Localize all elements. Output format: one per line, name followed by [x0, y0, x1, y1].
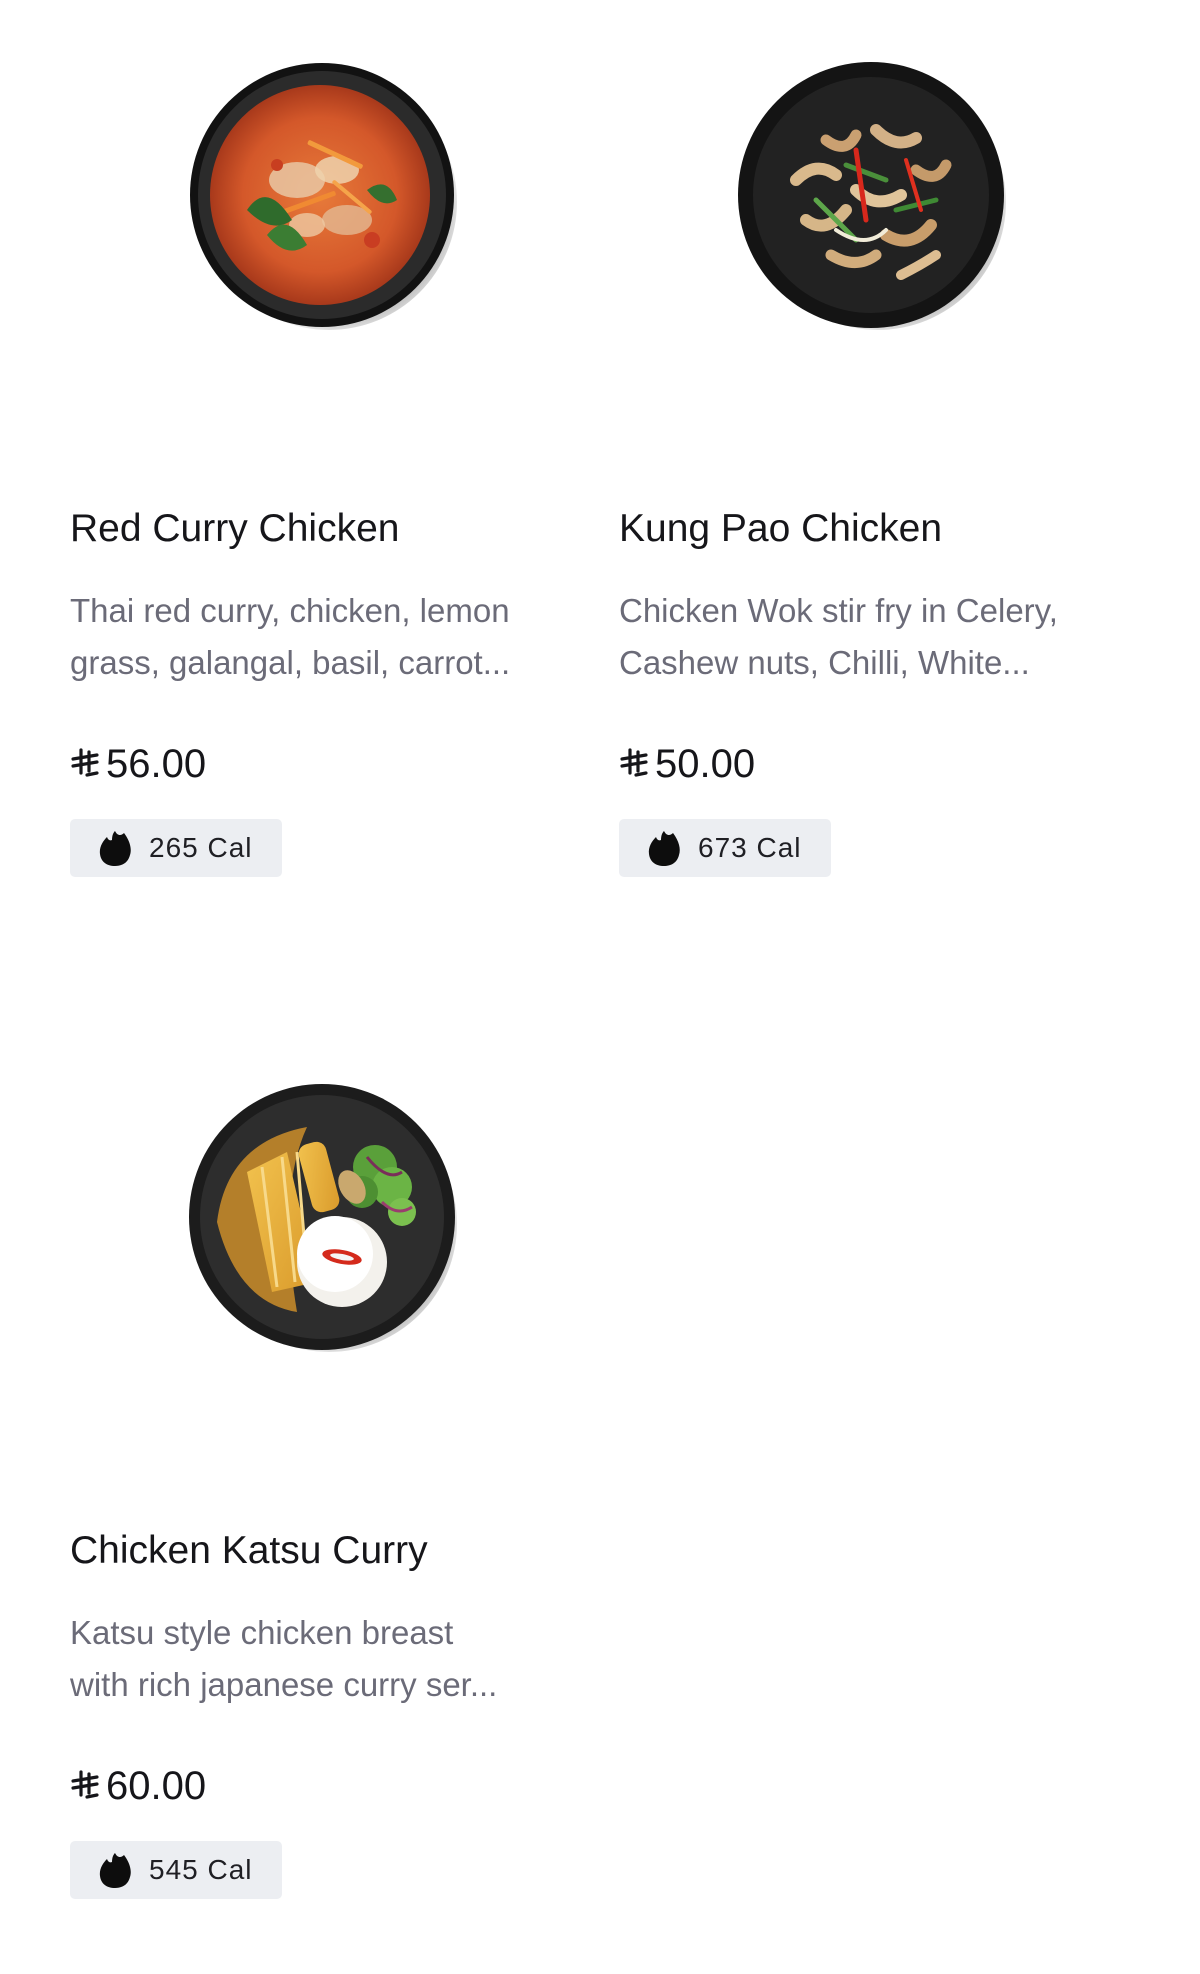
flame-icon: [98, 829, 132, 867]
calorie-value: 545 Cal: [149, 1854, 253, 1885]
item-price: 60.00: [70, 1762, 206, 1810]
menu-item-card[interactable]: Kung Pao Chicken Chicken Wok stir fry in…: [619, 0, 1139, 900]
menu-grid: Red Curry Chicken Thai red curry, chicke…: [0, 0, 1200, 1974]
item-description: Thai red curry, chicken, lemon grass, ga…: [70, 585, 580, 689]
calorie-badge: 673 Cal: [619, 819, 831, 877]
description-line: grass, galangal, basil, carrot...: [70, 644, 511, 681]
item-description: Katsu style chicken breast with rich jap…: [70, 1607, 580, 1711]
item-title[interactable]: Red Curry Chicken: [70, 505, 399, 553]
saudi-riyal-icon: [619, 747, 649, 781]
item-description: Chicken Wok stir fry in Celery, Cashew n…: [619, 585, 1129, 689]
item-title[interactable]: Kung Pao Chicken: [619, 505, 942, 553]
description-line: with rich japanese curry ser...: [70, 1666, 498, 1703]
flame-icon: [98, 1851, 132, 1889]
calorie-value: 265 Cal: [149, 832, 253, 863]
price-value: 60.00: [106, 1764, 207, 1808]
stir-fry-plate-image[interactable]: [736, 60, 1006, 330]
katsu-curry-plate-image[interactable]: [187, 1082, 457, 1352]
item-title[interactable]: Chicken Katsu Curry: [70, 1527, 428, 1575]
description-line: Cashew nuts, Chilli, White...: [619, 644, 1030, 681]
description-line: Thai red curry, chicken, lemon: [70, 592, 510, 629]
menu-item-card[interactable]: Chicken Katsu Curry Katsu style chicken …: [70, 1022, 590, 1922]
saudi-riyal-icon: [70, 1769, 100, 1803]
price-value: 56.00: [106, 742, 207, 786]
calorie-badge: 265 Cal: [70, 819, 282, 877]
price-value: 50.00: [655, 742, 756, 786]
calorie-badge: 545 Cal: [70, 1841, 282, 1899]
description-line: Katsu style chicken breast: [70, 1614, 454, 1651]
item-price: 56.00: [70, 740, 206, 788]
calorie-value: 673 Cal: [698, 832, 802, 863]
item-price: 50.00: [619, 740, 755, 788]
flame-icon: [647, 829, 681, 867]
menu-item-card[interactable]: Red Curry Chicken Thai red curry, chicke…: [70, 0, 590, 900]
red-curry-bowl-image[interactable]: [187, 60, 457, 330]
description-line: Chicken Wok stir fry in Celery,: [619, 592, 1058, 629]
saudi-riyal-icon: [70, 747, 100, 781]
